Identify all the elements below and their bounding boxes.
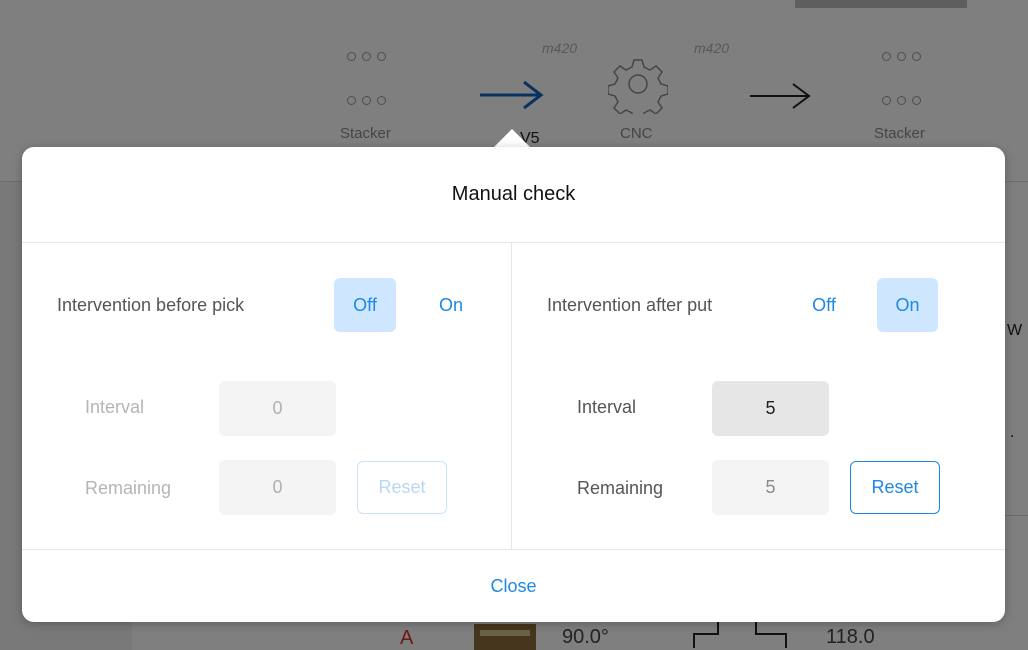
intervention-after-put-label: Intervention after put (547, 295, 713, 315)
after-put-on-toggle[interactable]: On (877, 278, 938, 332)
dialog-title: Manual check (22, 147, 1005, 243)
after-put-remaining-label: Remaining (577, 478, 664, 498)
after-put-remaining-value: 5 (712, 460, 829, 515)
popover-pointer (493, 129, 531, 148)
intervention-before-pick-label: Intervention before pick (57, 295, 245, 315)
before-pick-remaining-value: 0 (219, 460, 336, 515)
close-button[interactable]: Close (22, 549, 1005, 623)
after-put-interval-input[interactable]: 5 (712, 381, 829, 436)
before-pick-interval-label: Interval (85, 397, 145, 417)
before-pick-remaining-label: Remaining (85, 478, 172, 498)
after-put-off-toggle[interactable]: Off (793, 278, 855, 332)
after-put-reset-button[interactable]: Reset (850, 461, 940, 514)
after-put-interval-label: Interval (577, 397, 637, 417)
column-divider (511, 243, 512, 549)
manual-check-dialog: Manual check Intervention before pick Of… (22, 147, 1005, 622)
before-pick-on-toggle[interactable]: On (420, 278, 482, 332)
before-pick-interval-input[interactable]: 0 (219, 381, 336, 436)
before-pick-reset-button[interactable]: Reset (357, 461, 447, 514)
before-pick-off-toggle[interactable]: Off (334, 278, 396, 332)
